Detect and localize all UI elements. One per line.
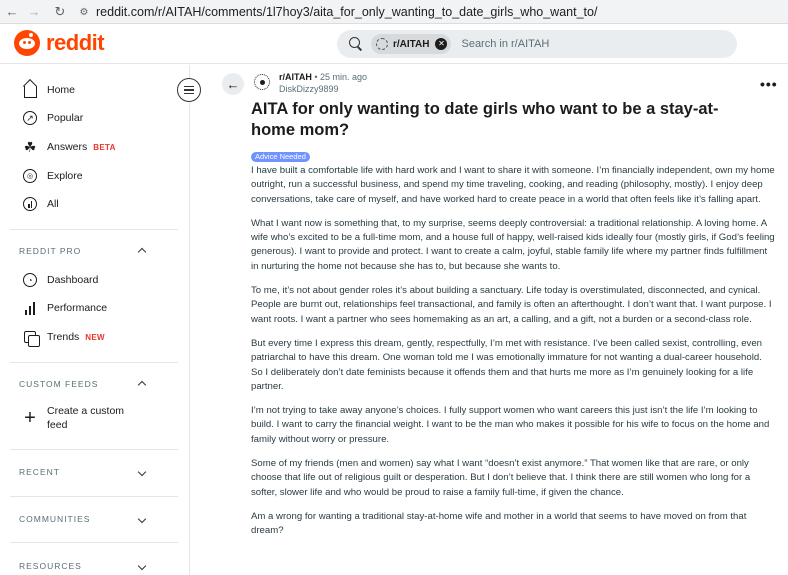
sidebar-item-explore[interactable]: ◎ Explore (0, 162, 189, 190)
sidebar-divider (10, 449, 178, 450)
chip-label: r/AITAH (393, 38, 430, 50)
sidebar-item-label: Trends NEW (47, 331, 105, 343)
search-input[interactable] (461, 38, 722, 50)
resources-section-header[interactable]: RESOURCES (0, 554, 189, 575)
more-options-icon[interactable]: ••• (760, 76, 778, 92)
post-paragraph: I’m not trying to take away anyone’s cho… (251, 405, 770, 445)
section-title: RESOURCES (19, 561, 82, 571)
section-title: REDDIT PRO (19, 246, 82, 256)
chevron-down-icon[interactable] (137, 516, 147, 526)
chevron-up-icon[interactable] (137, 246, 147, 256)
post-paragraph: What I want now is something that, to my… (251, 217, 775, 272)
sidebar-item-performance[interactable]: Performance (0, 294, 189, 322)
subreddit-icon (376, 38, 388, 50)
all-icon (22, 196, 38, 212)
beta-badge: BETA (93, 143, 116, 152)
site-header: reddit r/AITAH ✕ (0, 24, 788, 64)
subreddit-avatar[interactable] (254, 74, 270, 90)
sidebar-item-label: Dashboard (47, 274, 99, 286)
custom-feeds-section-header[interactable]: CUSTOM FEEDS (0, 372, 189, 396)
sidebar-item-all[interactable]: All (0, 190, 189, 218)
sidebar-item-label: All (47, 198, 59, 210)
section-title: CUSTOM FEEDS (19, 379, 99, 389)
sidebar-item-answers[interactable]: ☘ Answers BETA (0, 133, 189, 161)
post-author[interactable]: DiskDizzy9899 (279, 84, 339, 94)
sidebar-divider (10, 496, 178, 497)
dashboard-icon: ◔ (22, 272, 38, 288)
sidebar-divider (10, 229, 178, 230)
post-paragraph: Am a wrong for wanting a traditional sta… (251, 510, 747, 537)
browser-back-icon[interactable]: ← (2, 2, 22, 22)
address-bar[interactable]: ⚙ reddit.com/r/AITAH/comments/1l7hoy3/ai… (78, 2, 598, 22)
plus-icon: + (24, 406, 36, 429)
post-title: AITA for only wanting to date girls who … (251, 100, 719, 139)
sidebar-divider (10, 362, 178, 363)
sidebar-item-popular[interactable]: ↗ Popular (0, 104, 189, 132)
create-feed-label: Create a custom feed (47, 405, 125, 431)
new-badge: NEW (85, 333, 105, 342)
reddit-snoo-icon (14, 30, 40, 56)
section-title: COMMUNITIES (19, 514, 91, 524)
post-paragraph: To me, it’s not about gender roles it’s … (251, 285, 772, 325)
search-icon (349, 37, 363, 51)
collapse-sidebar-button[interactable] (177, 78, 201, 102)
post-paragraph: Some of my friends (men and women) say w… (251, 458, 751, 498)
logo-text: reddit (46, 30, 105, 55)
clear-chip-icon[interactable]: ✕ (435, 38, 448, 50)
browser-reload-icon[interactable]: ↻ (50, 2, 70, 22)
chevron-up-icon[interactable] (137, 379, 147, 389)
post-flair[interactable]: Advice Needed (251, 152, 310, 162)
sidebar-divider (10, 542, 178, 543)
explore-icon: ◎ (22, 168, 38, 184)
sidebar-item-home[interactable]: Home (0, 76, 189, 104)
communities-section-header[interactable]: COMMUNITIES (0, 507, 189, 531)
meta-separator: • (314, 72, 318, 82)
answers-icon: ☘ (23, 138, 37, 155)
site-info-icon[interactable]: ⚙ (78, 6, 90, 18)
reddit-logo[interactable]: reddit (14, 30, 105, 56)
back-button[interactable]: ← (222, 73, 244, 95)
recent-section-header[interactable]: RECENT (0, 460, 189, 484)
subreddit-search-chip[interactable]: r/AITAH ✕ (371, 34, 452, 54)
subreddit-link[interactable]: r/AITAH (279, 72, 312, 82)
browser-toolbar: ← → ↻ ⚙ reddit.com/r/AITAH/comments/1l7h… (0, 0, 788, 24)
reddit-pro-section-header[interactable]: REDDIT PRO (0, 239, 189, 263)
chevron-down-icon[interactable] (137, 563, 147, 573)
post-meta: r/AITAH • 25 min. ago (279, 72, 367, 82)
sidebar-item-trends[interactable]: Trends NEW (0, 323, 189, 351)
sidebar-item-label: Popular (47, 112, 84, 124)
sidebar-item-label: Explore (47, 170, 83, 182)
post-paragraph: I have built a comfortable life with har… (251, 165, 775, 205)
post-time: 25 min. ago (320, 72, 368, 82)
left-sidebar: Home ↗ Popular ☘ Answers BETA ◎ Explore A… (0, 65, 190, 575)
sidebar-item-label: Performance (47, 302, 108, 314)
create-custom-feed-button[interactable]: + Create a custom feed (0, 401, 189, 435)
sidebar-item-label: Home (47, 84, 76, 96)
section-title: RECENT (19, 467, 60, 477)
browser-forward-icon[interactable]: → (24, 2, 44, 22)
post-body: I have built a comfortable life with har… (251, 164, 776, 549)
search-bar[interactable]: r/AITAH ✕ (337, 30, 737, 58)
sidebar-item-label: Answers BETA (47, 141, 116, 153)
menu-icon (184, 85, 194, 88)
trends-icon (22, 329, 40, 347)
home-icon (22, 82, 38, 98)
popular-icon: ↗ (22, 110, 38, 126)
arrow-left-icon: ← (226, 76, 240, 92)
chevron-down-icon[interactable] (137, 469, 147, 479)
post-paragraph: But every time I express this dream, gen… (251, 337, 762, 392)
sidebar-item-dashboard[interactable]: ◔ Dashboard (0, 266, 189, 294)
url-text[interactable]: reddit.com/r/AITAH/comments/1l7hoy3/aita… (96, 5, 597, 19)
performance-icon (22, 300, 38, 316)
